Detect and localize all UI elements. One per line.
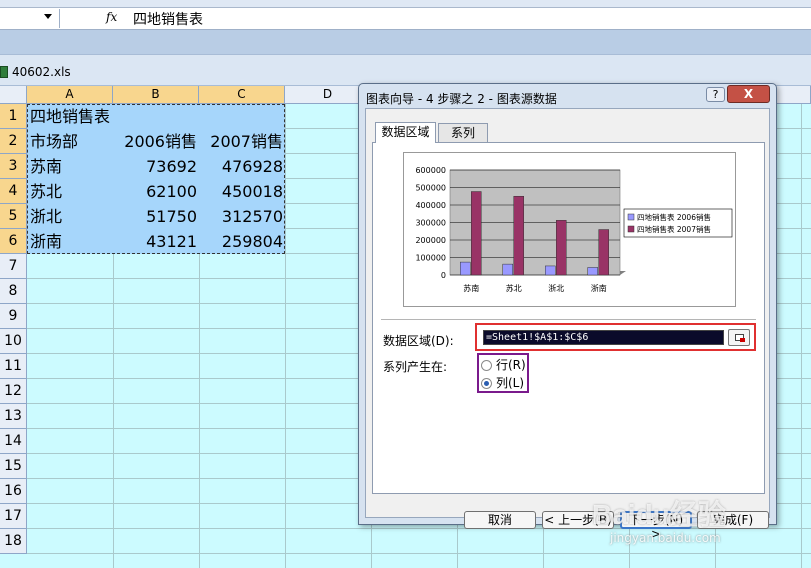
row-header-17[interactable]: 17 [0, 504, 27, 529]
chart-preview: 600000 500000 400000 300000 200000 100000 0 苏南 苏… [403, 152, 736, 307]
row-header-14[interactable]: 14 [0, 429, 27, 454]
column-header-b[interactable]: B [113, 86, 199, 104]
bar-1-1 [460, 261, 471, 276]
row-header-3[interactable]: 3 [0, 154, 27, 179]
row-header-15[interactable]: 15 [0, 454, 27, 479]
dialog-title: 图表向导 - 4 步骤之 2 - 图表源数据 [366, 92, 557, 106]
x-tick-label: 苏北 [506, 283, 522, 293]
excel-file-icon [0, 66, 8, 78]
cell-b6[interactable]: 43121 [113, 229, 199, 254]
legend-swatch-1 [627, 213, 635, 221]
help-button[interactable]: ? [706, 87, 725, 102]
radio-columns-label: 列(L) [496, 376, 525, 390]
chart-wizard-dialog: 图表向导 - 4 步骤之 2 - 图表源数据 ? X 数据区域 系列 60000… [358, 83, 777, 541]
column-header-a[interactable]: A [27, 86, 113, 104]
chevron-down-icon[interactable] [44, 14, 52, 19]
y-tick-label: 200000 [415, 236, 446, 245]
cell-b3[interactable]: 73692 [113, 154, 199, 179]
cell-a4[interactable]: 苏北 [30, 179, 112, 204]
row-header-8[interactable]: 8 [0, 279, 27, 304]
row-header-18[interactable]: 18 [0, 529, 27, 554]
cancel-button[interactable]: 取消 [464, 511, 536, 529]
row-header-6[interactable]: 6 [0, 229, 27, 254]
row-header-10[interactable]: 10 [0, 329, 27, 354]
series-in-rows-option[interactable]: 行(R) [481, 357, 526, 373]
collapse-dialog-button[interactable] [728, 329, 750, 346]
cell-b4[interactable]: 62100 [113, 179, 199, 204]
series-in-columns-option[interactable]: 列(L) [481, 375, 524, 391]
bar-1-3 [545, 265, 556, 276]
y-tick-label: 500000 [415, 184, 446, 193]
legend-label-2: 四地销售表 2007销售 [637, 224, 711, 234]
data-range-label: 数据区域(D): [383, 334, 454, 348]
formula-bar: fx 四地销售表 [0, 8, 811, 30]
chart-svg: 600000 500000 400000 300000 200000 100000 0 苏南 苏… [415, 166, 733, 293]
cell-b5[interactable]: 51750 [113, 204, 199, 229]
select-all-corner[interactable] [0, 86, 27, 104]
cell-c6[interactable]: 259804 [199, 229, 285, 254]
divider [381, 319, 756, 320]
close-button[interactable]: X [727, 85, 770, 103]
y-tick-label: 100000 [415, 254, 446, 263]
row-header-9[interactable]: 9 [0, 304, 27, 329]
series-options-highlight: 行(R) 列(L) [477, 353, 529, 393]
back-button[interactable]: < 上一步(B) [542, 511, 614, 529]
radio-rows[interactable] [481, 360, 492, 371]
cell-a2[interactable]: 市场部 [30, 129, 112, 154]
radio-columns[interactable] [481, 378, 492, 389]
series-in-label: 系列产生在: [383, 360, 448, 374]
legend-swatch-2 [627, 225, 635, 233]
row-header-1[interactable]: 1 [0, 104, 27, 129]
bar-1-4 [587, 267, 598, 276]
cell-a3[interactable]: 苏南 [30, 154, 112, 179]
cell-a1[interactable]: 四地销售表 [30, 104, 280, 129]
bar-2-3 [556, 220, 567, 276]
cell-a6[interactable]: 浙南 [30, 229, 112, 254]
row-header-5[interactable]: 5 [0, 204, 27, 229]
data-range-highlight: =Sheet1!$A$1:$C$6 [475, 323, 756, 351]
finish-button[interactable]: 完成(F) [697, 511, 769, 529]
cell-c2[interactable]: 2007销售 [199, 129, 285, 154]
radio-rows-label: 行(R) [496, 358, 526, 372]
x-tick-label: 苏南 [463, 283, 479, 293]
row-header-13[interactable]: 13 [0, 404, 27, 429]
cell-c3[interactable]: 476928 [199, 154, 285, 179]
x-tick-label: 浙南 [591, 283, 607, 293]
toolbar-strip [0, 0, 811, 8]
y-tick-label: 0 [441, 271, 446, 280]
data-range-input[interactable]: =Sheet1!$A$1:$C$6 [483, 330, 724, 345]
column-header-c[interactable]: C [199, 86, 285, 104]
name-box[interactable] [0, 9, 60, 28]
row-header-12[interactable]: 12 [0, 379, 27, 404]
bar-1-2 [502, 263, 513, 276]
bar-2-4 [598, 229, 609, 276]
workspace-band [0, 30, 811, 54]
tab-series[interactable]: 系列 [438, 123, 488, 143]
tab-panel: 600000 500000 400000 300000 200000 100000 0 苏南 苏… [372, 142, 765, 494]
y-tick-label: 400000 [415, 201, 446, 210]
formula-input[interactable]: 四地销售表 [133, 9, 203, 29]
tab-data-range[interactable]: 数据区域 [375, 122, 436, 143]
row-header-7[interactable]: 7 [0, 254, 27, 279]
row-header-11[interactable]: 11 [0, 354, 27, 379]
cell-c5[interactable]: 312570 [199, 204, 285, 229]
row-header-4[interactable]: 4 [0, 179, 27, 204]
row-header-2[interactable]: 2 [0, 129, 27, 154]
bar-2-1 [471, 191, 482, 276]
cell-b2[interactable]: 2006销售 [113, 129, 199, 154]
legend-label-1: 四地销售表 2006销售 [637, 212, 711, 222]
cell-a5[interactable]: 浙北 [30, 204, 112, 229]
y-tick-label: 300000 [415, 219, 446, 228]
next-button[interactable]: 下一步(N) > [620, 511, 692, 541]
y-tick-label: 600000 [415, 166, 446, 175]
x-tick-label: 浙北 [548, 283, 564, 293]
bar-2-2 [513, 195, 524, 276]
workbook-title: 40602.xls [12, 65, 71, 79]
dialog-body: 数据区域 系列 600000 500000 400000 300000 200000 10… [365, 108, 770, 541]
row-header-16[interactable]: 16 [0, 479, 27, 504]
fx-icon[interactable]: fx [106, 10, 117, 24]
workbook-titlebar: 40602.xls [0, 54, 811, 86]
cell-c4[interactable]: 450018 [199, 179, 285, 204]
